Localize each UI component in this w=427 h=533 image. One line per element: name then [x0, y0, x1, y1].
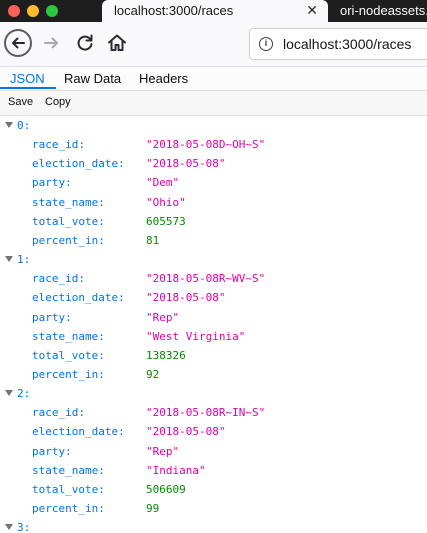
field-value: "2018-05-08R~IN~S": [146, 406, 266, 420]
field-key: state_name:: [32, 463, 105, 477]
field-key: state_name:: [32, 329, 105, 343]
field-value: "2018-05-08R~WV~S": [146, 272, 266, 286]
tab-raw-data[interactable]: Raw Data: [64, 71, 121, 86]
field-value: "2018-05-08": [146, 291, 226, 305]
home-icon: [108, 34, 126, 51]
forward-button[interactable]: [40, 31, 64, 55]
close-tab-icon[interactable]: ✕: [306, 2, 318, 18]
field-key: total_vote:: [32, 214, 105, 228]
browser-tab-strip: localhost:3000/races ✕ ori-nodeassets.n: [0, 0, 427, 22]
field-value: 506609: [146, 482, 186, 496]
tab-headers[interactable]: Headers: [139, 71, 188, 86]
expand-toggle-icon[interactable]: [5, 256, 13, 263]
field-key: race_id:: [32, 138, 85, 152]
tree-field-row[interactable]: state_name: "Ohio": [0, 193, 427, 212]
info-icon[interactable]: i: [259, 37, 273, 51]
object-index-label: 3:: [17, 521, 31, 533]
field-key: race_id:: [32, 406, 85, 420]
object-index-label: 0:: [17, 119, 31, 132]
tree-field-row[interactable]: percent_in: 92: [0, 365, 427, 384]
field-key: election_date:: [32, 157, 125, 171]
field-value: "Rep": [146, 444, 180, 458]
nav-toolbar: i localhost:3000/races: [0, 22, 427, 67]
tree-field-row[interactable]: state_name: "Indiana": [0, 461, 427, 480]
active-tab-indicator: [0, 87, 56, 89]
field-key: percent_in:: [32, 502, 105, 515]
expand-toggle-icon[interactable]: [5, 524, 13, 531]
tab-nodeassets[interactable]: ori-nodeassets.n: [330, 0, 427, 22]
tree-field-row[interactable]: race_id: "2018-05-08R~WV~S": [0, 269, 427, 288]
object-index-label: 2:: [17, 387, 31, 401]
json-tree: 0: race_id: "2018-05-08D~OH~S" election_dat…: [0, 116, 427, 533]
tab-title: ori-nodeassets.n: [340, 3, 427, 18]
field-value: "West Virginia": [146, 329, 246, 343]
json-action-bar: Save Copy: [0, 91, 427, 116]
field-key: total_vote:: [32, 348, 105, 362]
field-value: "Indiana": [146, 463, 206, 477]
save-button[interactable]: Save: [5, 96, 36, 108]
field-key: percent_in:: [32, 367, 105, 381]
expand-toggle-icon[interactable]: [5, 390, 13, 397]
field-value: 92: [146, 367, 160, 381]
tree-field-row[interactable]: total_vote: 506609: [0, 480, 427, 499]
arrow-left-icon: [12, 37, 25, 49]
field-key: election_date:: [32, 291, 125, 305]
field-key: party:: [32, 444, 72, 458]
tree-field-row[interactable]: election_date: "2018-05-08": [0, 422, 427, 441]
field-value: "2018-05-08": [146, 425, 226, 439]
copy-button[interactable]: Copy: [42, 96, 74, 108]
url-text[interactable]: localhost:3000/races: [283, 36, 411, 52]
field-key: state_name:: [32, 195, 105, 209]
field-value: "Dem": [146, 176, 180, 190]
tree-field-row[interactable]: party: "Dem": [0, 173, 427, 192]
field-value: 81: [146, 233, 160, 247]
minimize-window-button[interactable]: [27, 5, 39, 17]
tree-object-row[interactable]: 0:: [0, 116, 427, 135]
tree-field-row[interactable]: election_date: "2018-05-08": [0, 154, 427, 173]
tree-object-row[interactable]: 1:: [0, 250, 427, 269]
field-value: "2018-05-08": [146, 157, 226, 171]
reload-icon: [77, 34, 93, 51]
tree-field-row[interactable]: party: "Rep": [0, 442, 427, 461]
tree-field-row[interactable]: percent_in: 81: [0, 231, 427, 250]
field-value: "Ohio": [146, 195, 186, 209]
expand-toggle-icon[interactable]: [5, 122, 13, 128]
close-window-button[interactable]: [8, 5, 20, 17]
tree-field-row[interactable]: total_vote: 138326: [0, 346, 427, 365]
tree-field-row[interactable]: total_vote: 605573: [0, 212, 427, 231]
field-value: 138326: [146, 348, 186, 362]
reload-button[interactable]: [73, 31, 97, 55]
tree-field-row[interactable]: party: "Rep": [0, 308, 427, 327]
object-index-label: 1:: [17, 253, 31, 267]
home-button[interactable]: [105, 31, 129, 55]
tree-field-row[interactable]: race_id: "2018-05-08D~OH~S": [0, 135, 427, 154]
tree-field-row[interactable]: state_name: "West Virginia": [0, 327, 427, 346]
tab-races[interactable]: localhost:3000/races ✕: [102, 0, 328, 22]
tree-field-row[interactable]: percent_in: 99: [0, 499, 427, 518]
field-key: party:: [32, 310, 72, 324]
field-key: percent_in:: [32, 233, 105, 247]
tree-object-row[interactable]: 2:: [0, 384, 427, 403]
tab-json[interactable]: JSON: [10, 71, 45, 86]
tree-object-row[interactable]: 3:: [0, 518, 427, 533]
json-viewer-tabs: JSON Raw Data Headers: [0, 67, 427, 91]
back-button[interactable]: [4, 29, 32, 57]
tab-title: localhost:3000/races: [114, 3, 234, 18]
tree-field-row[interactable]: race_id: "2018-05-08R~IN~S": [0, 403, 427, 422]
arrow-right-icon: [44, 37, 58, 49]
tree-field-row[interactable]: election_date: "2018-05-08": [0, 288, 427, 307]
field-value: "Rep": [146, 310, 180, 324]
field-key: election_date:: [32, 425, 125, 439]
field-value: 605573: [146, 214, 186, 228]
field-key: race_id:: [32, 272, 85, 286]
field-key: total_vote:: [32, 482, 105, 496]
field-value: "2018-05-08D~OH~S": [146, 138, 266, 152]
field-key: party:: [32, 176, 72, 190]
maximize-window-button[interactable]: [46, 5, 58, 17]
url-bar[interactable]: i localhost:3000/races: [249, 28, 427, 60]
field-value: 99: [146, 502, 160, 515]
